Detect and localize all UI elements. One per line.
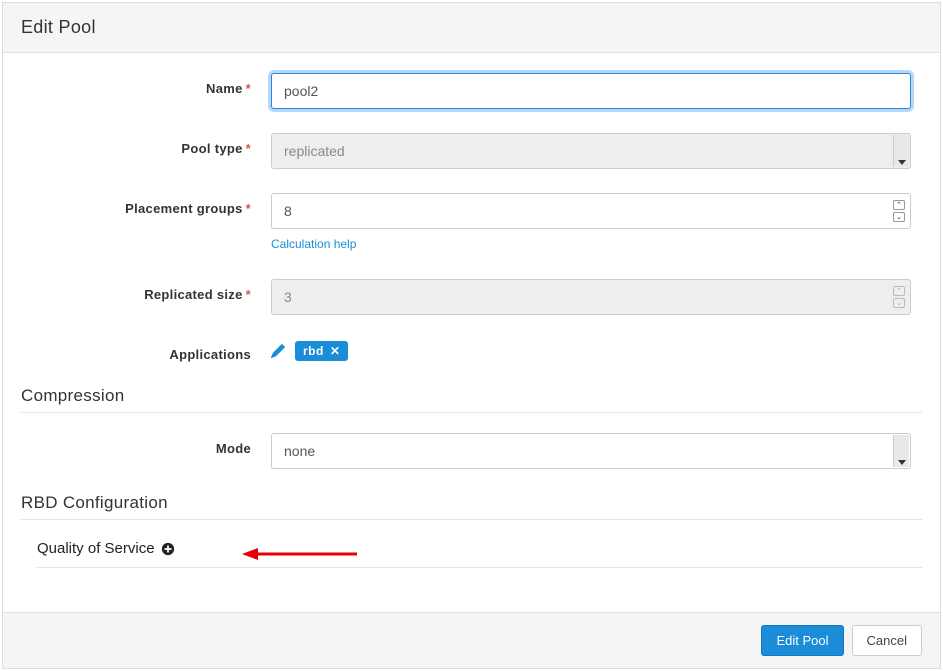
row-compression-mode: Mode none bbox=[21, 433, 922, 469]
row-name: Name* bbox=[21, 73, 922, 109]
label-mode: Mode bbox=[21, 433, 271, 456]
plus-circle-icon bbox=[161, 542, 175, 556]
row-applications: Applications rbd ✕ bbox=[21, 339, 922, 362]
qos-toggle[interactable]: Quality of Service bbox=[37, 540, 922, 568]
spinner-up-icon: ⌃ bbox=[893, 286, 905, 296]
spinner-down-icon[interactable]: ⌄ bbox=[893, 212, 905, 222]
mode-select[interactable]: none bbox=[271, 433, 911, 469]
panel-body: Name* Pool type* Placement groups* bbox=[3, 53, 940, 612]
panel-header: Edit Pool bbox=[3, 3, 940, 53]
row-replicated-size: Replicated size* ⌃ ⌄ bbox=[21, 279, 922, 315]
calculation-help-link[interactable]: Calculation help bbox=[271, 237, 356, 251]
divider bbox=[21, 412, 922, 413]
pencil-icon[interactable] bbox=[271, 344, 285, 358]
application-tag: rbd ✕ bbox=[295, 341, 348, 361]
placement-groups-input[interactable] bbox=[271, 193, 911, 229]
qos-label: Quality of Service bbox=[37, 540, 155, 557]
spinner-down-icon: ⌄ bbox=[893, 298, 905, 308]
panel-title: Edit Pool bbox=[21, 17, 922, 38]
tag-label: rbd bbox=[303, 344, 324, 358]
row-pg-help: Calculation help bbox=[21, 235, 922, 251]
rbd-config-title: RBD Configuration bbox=[21, 493, 922, 513]
panel-footer: Edit Pool Cancel bbox=[3, 612, 940, 668]
required-asterisk: * bbox=[246, 201, 251, 216]
label-pool-type: Pool type* bbox=[21, 133, 271, 156]
required-asterisk: * bbox=[246, 141, 251, 156]
required-asterisk: * bbox=[246, 287, 251, 302]
number-spinner-disabled: ⌃ ⌄ bbox=[893, 286, 905, 308]
row-placement-groups: Placement groups* ⌃ ⌄ bbox=[21, 193, 922, 229]
label-applications: Applications bbox=[21, 339, 271, 362]
pool-type-select[interactable] bbox=[271, 133, 911, 169]
row-pool-type: Pool type* bbox=[21, 133, 922, 169]
compression-title: Compression bbox=[21, 386, 922, 406]
edit-pool-button[interactable]: Edit Pool bbox=[761, 625, 843, 656]
label-name: Name* bbox=[21, 73, 271, 96]
spinner-up-icon[interactable]: ⌃ bbox=[893, 200, 905, 210]
edit-pool-panel: Edit Pool Name* Pool type* bbox=[2, 2, 941, 669]
label-placement-groups: Placement groups* bbox=[21, 193, 271, 216]
name-input[interactable] bbox=[271, 73, 911, 109]
number-spinner[interactable]: ⌃ ⌄ bbox=[893, 200, 905, 222]
replicated-size-input[interactable] bbox=[271, 279, 911, 315]
cancel-button[interactable]: Cancel bbox=[852, 625, 922, 656]
qos-section: Quality of Service bbox=[37, 540, 922, 568]
divider bbox=[21, 519, 922, 520]
required-asterisk: * bbox=[246, 81, 251, 96]
remove-tag-icon[interactable]: ✕ bbox=[330, 344, 341, 358]
label-replicated-size: Replicated size* bbox=[21, 279, 271, 302]
